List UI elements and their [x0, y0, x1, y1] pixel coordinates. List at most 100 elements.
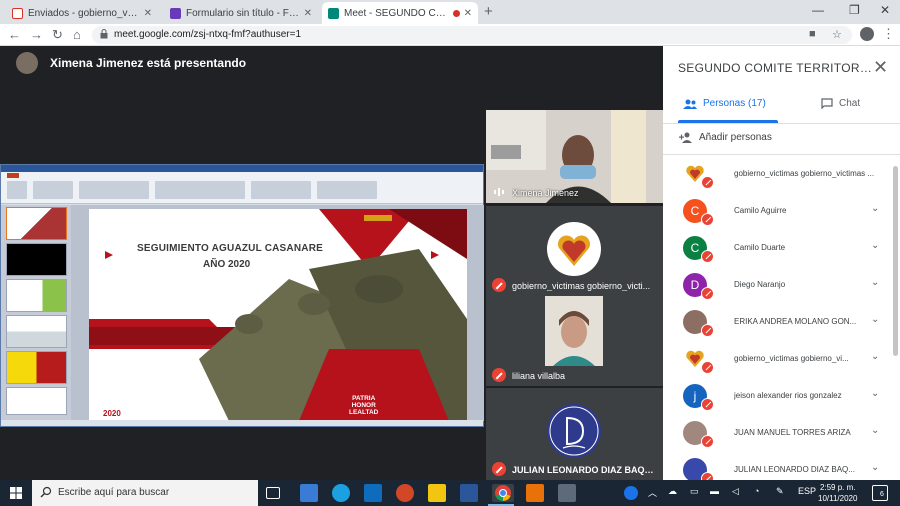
slide-thumbnail[interactable] [6, 207, 67, 240]
participant-row[interactable]: D Diego Naranjo ⌄ [663, 267, 900, 304]
participant-row[interactable]: gobierno_victimas gobierno_vi... ⌄ [663, 341, 900, 378]
help-icon[interactable] [624, 486, 638, 500]
add-people-label: Añadir personas [699, 132, 772, 143]
powerpoint-icon[interactable] [396, 484, 414, 502]
microsoft-store-icon[interactable] [300, 484, 318, 502]
presenter-text: Ximena Jimenez está presentando [50, 56, 247, 70]
participant-name: gobierno_victimas gobierno_victimas ... [734, 169, 875, 178]
language-indicator[interactable]: ESP [798, 486, 816, 496]
tab-gmail[interactable]: Enviados - gobierno_victimas@e ✕ [6, 2, 158, 24]
ppt-file-tab [7, 173, 19, 178]
presenter-avatar [16, 52, 38, 74]
participant-row[interactable]: ERIKA ANDREA MOLANO GON... ⌄ [663, 304, 900, 341]
browser-menu-icon[interactable]: ⋮ [882, 26, 895, 42]
chat-icon [821, 98, 833, 109]
notification-count: 6 [880, 491, 884, 498]
volume-icon[interactable]: ◁ [732, 486, 739, 497]
chevron-down-icon[interactable]: ⌄ [871, 425, 879, 436]
tab-chat[interactable]: Chat [821, 98, 860, 109]
close-tab-icon[interactable]: ✕ [144, 8, 152, 19]
bookmark-star-icon[interactable]: ☆ [832, 28, 842, 41]
chevron-down-icon[interactable]: ⌄ [871, 203, 879, 214]
participant-tile[interactable]: liliana villalba [486, 296, 663, 386]
close-tab-icon[interactable]: ✕ [464, 8, 472, 19]
chevron-down-icon[interactable]: ⌄ [871, 277, 879, 288]
tab-chat-label: Chat [839, 98, 861, 109]
participant-tile[interactable]: Ximena Jimenez [486, 110, 663, 203]
participant-row[interactable]: gobierno_victimas gobierno_victimas ... [663, 156, 900, 193]
add-person-icon [679, 132, 692, 143]
slide-thumbnail[interactable] [6, 243, 67, 276]
shared-presentation: SEGUIMIENTO AGUAZUL CASANARE AÑO 2020 PA… [0, 164, 484, 427]
taskbar-search-box[interactable]: Escribe aquí para buscar [32, 480, 258, 506]
word-icon[interactable] [460, 484, 478, 502]
outlook-icon[interactable] [364, 484, 382, 502]
network-icon[interactable]: ◔ [754, 486, 759, 496]
forward-button[interactable]: → [30, 27, 43, 42]
add-people-button[interactable]: Añadir personas [679, 132, 772, 143]
notifications-button[interactable]: 6 [872, 485, 888, 501]
cloud-icon[interactable]: ☁ [668, 486, 677, 497]
slide-thumbnail[interactable] [6, 387, 67, 415]
participant-tile[interactable]: JULIAN LEONARDO DIAZ BAQUE... [486, 388, 663, 480]
app-icon[interactable] [558, 484, 576, 502]
ppt-ribbon-group [317, 181, 377, 199]
chevron-down-icon[interactable]: ⌄ [871, 314, 879, 325]
tab-meet[interactable]: Meet - SEGUNDO COMITE T ✕ [322, 2, 478, 24]
reload-button[interactable]: ↻ [52, 27, 63, 43]
ppt-ribbon-group [7, 181, 27, 199]
participant-name: Camilo Aguirre [734, 206, 787, 215]
edge-browser-icon[interactable] [332, 484, 350, 502]
app-icon[interactable] [526, 484, 544, 502]
participant-tile[interactable]: gobierno_victimas gobierno_victi... [486, 206, 663, 296]
participant-row[interactable]: JUAN MANUEL TORRES ARIZA ⌄ [663, 415, 900, 452]
chrome-logo-icon [495, 485, 511, 502]
participant-name: JULIAN LEONARDO DIAZ BAQ... [734, 465, 855, 474]
participant-avatar [547, 404, 601, 458]
mic-off-icon [701, 250, 714, 263]
mic-off-icon [492, 278, 506, 292]
system-clock[interactable]: 2:59 p. m. 10/11/2020 [818, 482, 857, 504]
address-bar[interactable]: meet.google.com/zsj-ntxq-fmf?authuser=1 … [92, 26, 852, 44]
new-tab-button[interactable]: + [484, 3, 493, 20]
battery-icon[interactable]: ▬ [710, 486, 719, 496]
restore-button[interactable]: ❐ [849, 3, 860, 17]
participant-row[interactable]: C Camilo Aguirre ⌄ [663, 193, 900, 230]
show-hidden-icons[interactable]: ︿ [648, 486, 657, 499]
mic-off-icon [701, 176, 714, 189]
chevron-down-icon[interactable]: ⌄ [871, 240, 879, 251]
chevron-down-icon[interactable]: ⌄ [871, 351, 879, 362]
close-panel-button[interactable]: ✕ [873, 57, 888, 78]
back-button[interactable]: ← [8, 27, 21, 42]
monitor-icon[interactable]: ▭ [690, 486, 699, 497]
slide-thumbnail[interactable] [6, 351, 67, 384]
chevron-down-icon[interactable]: ⌄ [871, 462, 879, 473]
search-icon [40, 486, 52, 498]
meeting-details-panel: SEGUNDO COMITE TERRITORIAL ... ✕ Persona… [663, 46, 900, 485]
profile-avatar[interactable] [860, 27, 874, 41]
tab-forms[interactable]: Formulario sin título - Formulario ✕ [164, 2, 318, 24]
meet-stage: Ximena Jimenez está presentando SEGUIMIE… [0, 46, 663, 480]
home-button[interactable]: ⌂ [73, 27, 81, 42]
motto-line: HONOR [351, 402, 376, 409]
tab-people[interactable]: Personas (17) [683, 98, 766, 109]
slide-artwork [89, 209, 467, 421]
chevron-down-icon[interactable]: ⌄ [871, 388, 879, 399]
slide-thumbnail[interactable] [6, 315, 67, 348]
close-window-button[interactable]: ✕ [880, 3, 890, 17]
slide-canvas: SEGUIMIENTO AGUAZUL CASANARE AÑO 2020 PA… [71, 205, 484, 421]
task-view-icon[interactable] [266, 487, 280, 499]
close-tab-icon[interactable]: ✕ [304, 8, 312, 19]
participant-row[interactable]: j jeison alexander rios gonzalez ⌄ [663, 378, 900, 415]
motto-line: LEALTAD [349, 409, 379, 416]
participant-list-scrollbar[interactable] [893, 166, 898, 356]
windows-start-icon[interactable] [10, 487, 22, 499]
pen-icon[interactable]: ✎ [776, 486, 784, 497]
file-explorer-icon[interactable] [428, 484, 446, 502]
chrome-icon[interactable] [488, 484, 514, 506]
mic-off-icon [701, 287, 714, 300]
slide-thumbnail[interactable] [6, 279, 67, 312]
participant-row[interactable]: C Camilo Duarte ⌄ [663, 230, 900, 267]
camera-icon[interactable]: ■ [809, 28, 816, 40]
minimize-button[interactable]: — [812, 3, 824, 17]
